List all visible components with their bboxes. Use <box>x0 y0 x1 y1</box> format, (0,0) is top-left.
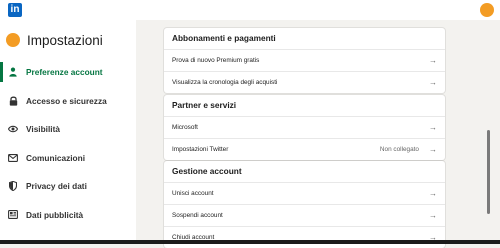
sidebar-item-label: Comunicazioni <box>26 152 86 163</box>
settings-row-unisci-account[interactable]: Unisci account → <box>164 182 445 204</box>
top-bar: in <box>0 0 500 20</box>
sidebar-item-preferenze-account[interactable]: Preferenze account <box>0 58 136 87</box>
section-title: Abbonamenti e pagamenti <box>172 33 276 43</box>
arrow-right-icon: → <box>429 122 437 132</box>
sidebar-item-visibilita[interactable]: Visibilità <box>0 115 136 144</box>
settings-row-premium[interactable]: Prova di nuovo Premium gratis → <box>164 49 445 71</box>
sidebar-item-label: Accesso e sicurezza <box>26 95 107 106</box>
scrollbar-thumb[interactable] <box>487 130 490 214</box>
sidebar-item-comunicazioni[interactable]: Comunicazioni <box>0 144 136 173</box>
envelope-icon <box>8 153 18 163</box>
settings-row-twitter[interactable]: Impostazioni Twitter Non collegato → <box>164 138 445 160</box>
person-icon <box>8 67 18 77</box>
row-label: Microsoft <box>172 124 198 131</box>
row-label: Sospendi account <box>172 212 223 219</box>
connection-status: Non collegato <box>379 146 419 153</box>
settings-row-cronologia-acquisti[interactable]: Visualizza la cronologia degli acquisti … <box>164 71 445 93</box>
sidebar-item-dati-pubblicita[interactable]: Dati pubblicità <box>0 201 136 230</box>
section-title: Partner e servizi <box>172 100 237 110</box>
sidebar-item-label: Privacy dei dati <box>26 181 87 192</box>
section-abbonamenti-pagamenti: Abbonamenti e pagamenti Prova di nuovo P… <box>164 28 445 93</box>
lock-icon <box>8 96 18 106</box>
profile-avatar[interactable] <box>6 33 20 47</box>
section-title: Gestione account <box>172 166 242 176</box>
section-partner-servizi: Partner e servizi Microsoft → Impostazio… <box>164 95 445 160</box>
linkedin-logo[interactable]: in <box>8 3 22 17</box>
arrow-right-icon: → <box>429 210 437 220</box>
arrow-right-icon: → <box>429 55 437 65</box>
row-label: Impostazioni Twitter <box>172 146 229 153</box>
page-title: Impostazioni <box>27 32 103 48</box>
settings-row-chiudi-account[interactable]: Chiudi account → <box>164 226 445 248</box>
sidebar-header: Impostazioni <box>6 31 103 49</box>
sidebar-item-privacy-dati[interactable]: Privacy dei dati <box>0 172 136 201</box>
sidebar-item-label: Dati pubblicità <box>26 209 84 220</box>
settings-nav: Preferenze account Accesso e sicurezza V… <box>0 58 136 229</box>
sidebar-item-label: Visibilità <box>26 124 60 135</box>
newspaper-icon <box>8 210 18 220</box>
row-label: Prova di nuovo Premium gratis <box>172 57 260 64</box>
eye-icon <box>8 124 18 134</box>
window-bottom-edge <box>0 240 500 244</box>
me-avatar[interactable] <box>480 3 494 17</box>
sidebar-item-label: Preferenze account <box>26 67 103 78</box>
settings-sidebar: Impostazioni Preferenze account Accesso … <box>0 20 136 244</box>
settings-row-microsoft[interactable]: Microsoft → <box>164 116 445 138</box>
arrow-right-icon: → <box>429 144 437 154</box>
row-label: Visualizza la cronologia degli acquisti <box>172 79 278 86</box>
arrow-right-icon: → <box>429 188 437 198</box>
shield-icon <box>8 181 18 192</box>
row-label: Unisci account <box>172 190 214 197</box>
section-gestione-account: Gestione account Unisci account → Sospen… <box>164 161 445 248</box>
settings-row-sospendi-account[interactable]: Sospendi account → <box>164 204 445 226</box>
arrow-right-icon: → <box>429 77 437 87</box>
sidebar-item-accesso-sicurezza[interactable]: Accesso e sicurezza <box>0 87 136 116</box>
